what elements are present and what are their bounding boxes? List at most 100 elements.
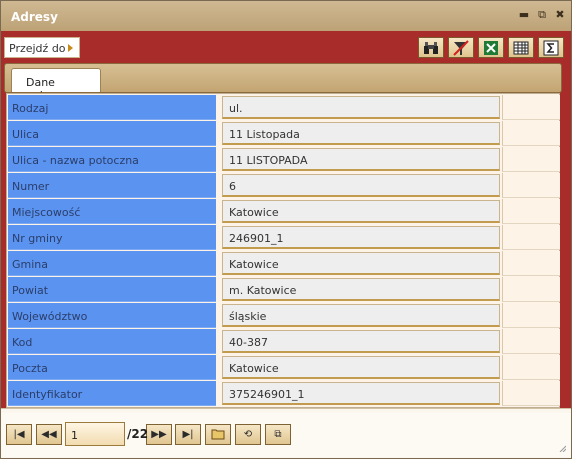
field-value-text: m. Katowice [229, 284, 297, 297]
tab-dane-opisowe[interactable]: Dane opisowe [11, 68, 101, 102]
extra-cell [502, 303, 560, 328]
field-value-text: 246901_1 [229, 232, 284, 245]
binoculars-icon [424, 42, 438, 54]
fast-forward-icon: ▶▶ [151, 429, 167, 440]
goto-dropdown[interactable]: Przejdź do [4, 37, 80, 58]
minimize-icon[interactable]: ▬ [517, 8, 531, 22]
extra-cell [502, 95, 560, 120]
copy-icon: ⧉ [274, 429, 282, 440]
extra-cell [502, 381, 560, 406]
field-value-text: ul. [229, 102, 243, 115]
field-value-text: 6 [229, 180, 236, 193]
attribute-form: Rodzaj ul. Ulica 11 Listopada Ulica - na… [6, 93, 560, 408]
footer-divider [1, 408, 571, 409]
field-label: Powiat [8, 277, 216, 302]
excel-export-button[interactable] [478, 37, 504, 58]
extra-cell [502, 173, 560, 198]
refresh-button[interactable]: ⟲ [235, 424, 261, 445]
field-value-text: 375246901_1 [229, 388, 305, 401]
field-label: Województwo [8, 303, 216, 328]
field-label-text: Województwo [12, 310, 88, 323]
filter-off-button[interactable] [448, 37, 474, 58]
form-row: Ulica - nazwa potoczna 11 LISTOPADA [8, 147, 560, 173]
open-folder-button[interactable] [205, 424, 231, 445]
form-row: Rodzaj ul. [8, 95, 560, 121]
field-value-input[interactable]: 11 Listopada [222, 122, 500, 145]
sum-button[interactable] [538, 37, 564, 58]
field-label: Ulica [8, 121, 216, 146]
field-value-input[interactable]: Katowice [222, 356, 500, 379]
last-icon: ▶| [182, 429, 194, 440]
title-bar[interactable]: Adresy ▬ ⧉ ✖ [1, 1, 571, 31]
field-value-text: 11 Listopada [229, 128, 300, 141]
popout-icon[interactable]: ⧉ [535, 8, 549, 22]
field-label-text: Rodzaj [12, 102, 49, 115]
field-value-text: Katowice [229, 362, 279, 375]
last-record-button[interactable]: ▶| [175, 424, 201, 445]
field-value-input[interactable]: 40-387 [222, 330, 500, 353]
extra-cell [502, 199, 560, 224]
field-label-text: Identyfikator [12, 388, 83, 401]
field-label: Gmina [8, 251, 216, 276]
table-view-button[interactable] [508, 37, 534, 58]
field-value-input[interactable]: 375246901_1 [222, 382, 500, 405]
extra-cell [502, 251, 560, 276]
copy-button[interactable]: ⧉ [265, 424, 291, 445]
extra-cell [502, 225, 560, 250]
field-label-text: Powiat [12, 284, 49, 297]
window-title: Adresy [11, 10, 58, 24]
field-value-input[interactable]: 6 [222, 174, 500, 197]
extra-cell [502, 329, 560, 354]
tab-strip: Dane opisowe [4, 63, 562, 102]
field-value-text: 40-387 [229, 336, 268, 349]
field-label-text: Ulica - nazwa potoczna [12, 154, 139, 167]
page-number-value: 1 [71, 429, 78, 442]
rewind-icon: ◀◀ [41, 429, 57, 440]
field-label-text: Miejscowość [12, 206, 81, 219]
field-value-input[interactable]: m. Katowice [222, 278, 500, 301]
field-label-text: Numer [12, 180, 50, 193]
prev-record-button[interactable]: ◀◀ [36, 424, 62, 445]
field-label-text: Poczta [12, 362, 48, 375]
page-number-input[interactable]: 1 [65, 422, 125, 446]
form-row: Województwo śląskie [8, 303, 560, 329]
form-row: Ulica 11 Listopada [8, 121, 560, 147]
field-label: Rodzaj [8, 95, 216, 120]
field-value-input[interactable]: ul. [222, 96, 500, 119]
next-record-button[interactable]: ▶▶ [146, 424, 172, 445]
field-label: Poczta [8, 355, 216, 380]
field-label: Miejscowość [8, 199, 216, 224]
field-label: Numer [8, 173, 216, 198]
field-value-input[interactable]: Katowice [222, 252, 500, 275]
resize-grip-icon[interactable] [558, 444, 566, 452]
excel-icon [484, 41, 498, 55]
field-value-input[interactable]: 246901_1 [222, 226, 500, 249]
address-window: Adresy ▬ ⧉ ✖ Przejdź do Dane Rodzaj ul. … [0, 0, 572, 459]
field-value-text: Katowice [229, 206, 279, 219]
binoculars-search-button[interactable] [418, 37, 444, 58]
form-row: Poczta Katowice [8, 355, 560, 381]
field-value-input[interactable]: Katowice [222, 200, 500, 223]
sigma-icon [543, 40, 559, 56]
field-value-input[interactable]: 11 LISTOPADA [222, 148, 500, 171]
table-icon [513, 41, 529, 55]
field-label: Nr gminy [8, 225, 216, 250]
form-row: Identyfikator 375246901_1 [8, 381, 560, 407]
field-label: Identyfikator [8, 381, 216, 406]
page-total: /22 [127, 427, 149, 441]
field-value-text: śląskie [229, 310, 267, 323]
field-value-text: Katowice [229, 258, 279, 271]
first-record-button[interactable]: |◀ [6, 424, 32, 445]
filter-off-icon [453, 40, 469, 56]
field-value-text: 11 LISTOPADA [229, 154, 308, 167]
triangle-right-icon [68, 44, 73, 52]
record-navigator: |◀ ◀◀ 1 ▶▶ ▶| ⟲ ⧉ [1, 413, 571, 457]
field-label-text: Ulica [12, 128, 39, 141]
first-icon: |◀ [13, 429, 25, 440]
extra-cell [502, 121, 560, 146]
field-label-text: Kod [12, 336, 33, 349]
goto-label: Przejdź do [9, 42, 66, 55]
field-label-text: Nr gminy [12, 232, 63, 245]
field-value-input[interactable]: śląskie [222, 304, 500, 327]
close-icon[interactable]: ✖ [553, 8, 567, 22]
